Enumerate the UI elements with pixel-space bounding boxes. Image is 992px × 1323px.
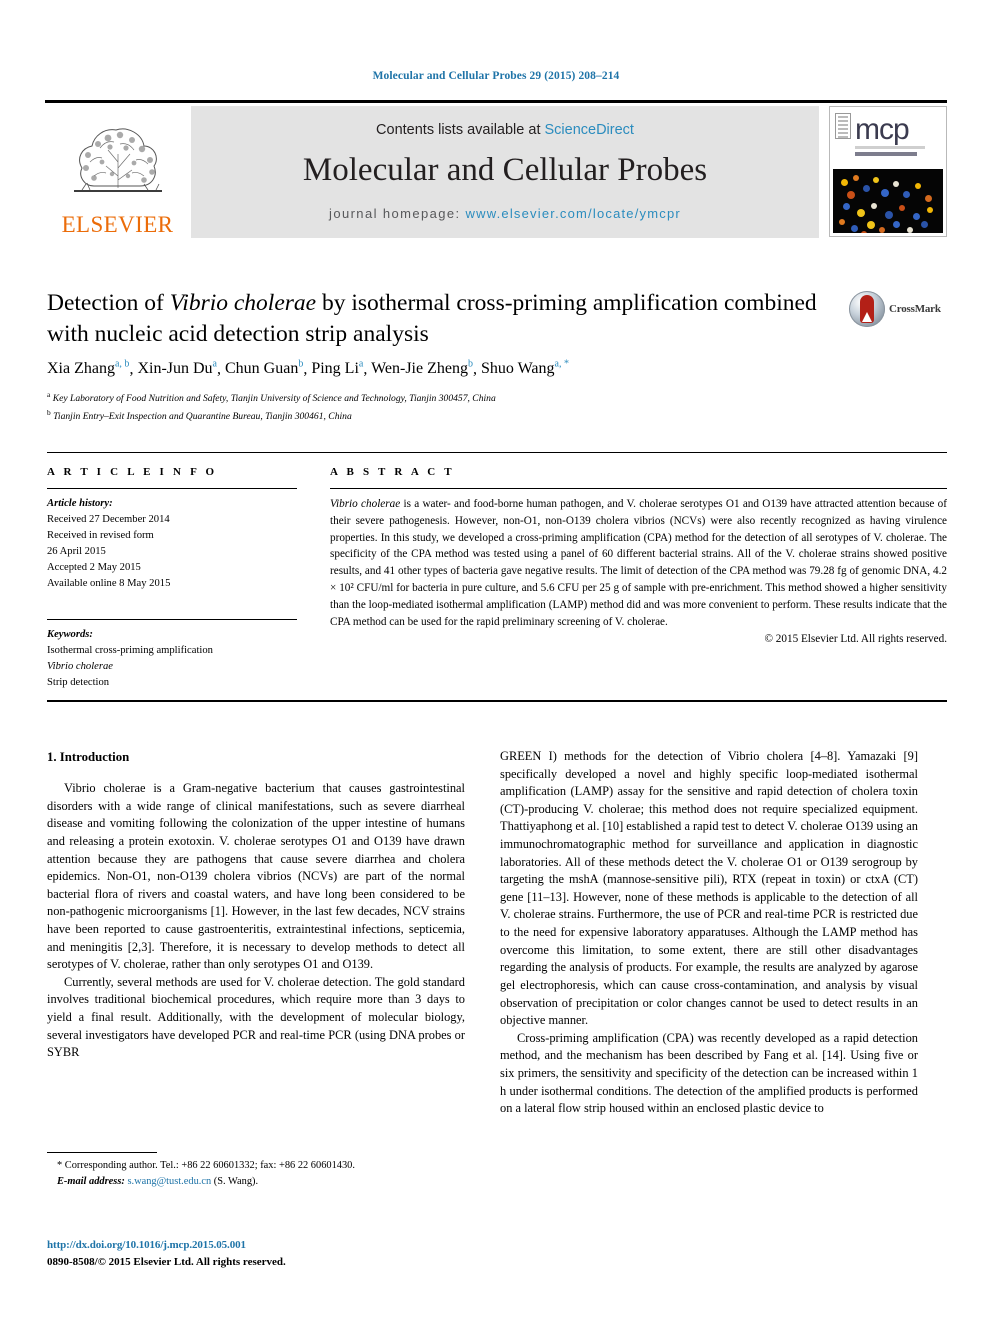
author-item[interactable]: Chun Guanb [225, 359, 304, 378]
author-item[interactable]: Xia Zhanga, b [47, 359, 130, 378]
abstract-heading: A B S T R A C T [330, 466, 455, 478]
contents-prefix: Contents lists available at [376, 122, 545, 138]
article-info-column: A R T I C L E I N F O Article history: R… [47, 466, 297, 691]
keyword-item: Strip detection [47, 676, 110, 688]
paragraph: Cross-priming amplification (CPA) was re… [500, 1030, 918, 1116]
history-item: Accepted 2 May 2015 [47, 562, 141, 574]
author-name: Ping Li [311, 360, 359, 378]
email-suffix: (S. Wang). [211, 1175, 259, 1187]
author-item[interactable]: Ping Lia [311, 359, 364, 378]
abstract-text: Vibrio cholerae is a water- and food-bor… [330, 496, 947, 630]
mcp-wordmark: mcp [855, 113, 910, 146]
author-affil-marker: b [467, 359, 473, 370]
doi-link[interactable]: http://dx.doi.org/10.1016/j.mcp.2015.05.… [47, 1237, 647, 1254]
paragraph: GREEN I) methods for the detection of Vi… [500, 749, 918, 1028]
affiliation-text: Key Laboratory of Food Nutrition and Saf… [52, 393, 496, 405]
elsevier-wordmark: ELSEVIER [61, 212, 174, 237]
sciencedirect-link[interactable]: ScienceDirect [545, 122, 634, 138]
running-head: Molecular and Cellular Probes 29 (2015) … [372, 70, 620, 82]
author-item[interactable]: Wen-Jie Zhengb [371, 359, 473, 378]
author-item[interactable]: Xin-Jun Dua [137, 359, 217, 378]
cover-barcode-icon [835, 113, 851, 139]
author-name: Xin-Jun Du [137, 360, 213, 378]
paragraph: Vibrio cholerae is a Gram-negative bacte… [47, 781, 465, 972]
keyword-item: Vibrio cholerae [47, 660, 113, 672]
history-item: Received in revised form [47, 530, 154, 542]
article-info-heading: A R T I C L E I N F O [47, 466, 218, 478]
cover-artwork [833, 168, 943, 233]
article-history-label: Article history: [47, 498, 113, 509]
author-affil-marker: a [358, 359, 364, 370]
author-affil-marker: b [298, 359, 304, 370]
abstract-column: A B S T R A C T Vibrio cholerae is a wat… [330, 466, 947, 645]
footnote-rule [47, 1152, 157, 1153]
crossmark-label: CrossMark [889, 303, 941, 315]
author-item[interactable]: Shuo Wanga, * [480, 359, 569, 378]
crossmark-badge[interactable]: CrossMark [849, 288, 949, 330]
affiliation-marker: a [47, 390, 51, 399]
author-affil-marker: a, b [114, 359, 130, 370]
keyword-item: Isothermal cross-priming amplification [47, 644, 213, 656]
author-name: Xia Zhang [47, 360, 115, 378]
page-title: Detection of Vibrio cholerae by isotherm… [47, 288, 847, 349]
keywords-block: Keywords: Isothermal cross-priming ampli… [47, 627, 297, 691]
author-name: Wen-Jie Zheng [371, 360, 468, 378]
title-part-2: by isothermal cross-priming amplificatio… [316, 290, 719, 316]
abstract-lead-species: Vibrio cholerae [330, 498, 401, 510]
page-footer: http://dx.doi.org/10.1016/j.mcp.2015.05.… [47, 1237, 647, 1270]
issn-copyright: 0890-8508/© 2015 Elsevier Ltd. All right… [47, 1255, 286, 1268]
journal-masthead: ELSEVIER Contents lists available at Sci… [45, 100, 947, 238]
author-affil-marker: a, * [554, 359, 569, 370]
author-name: Chun Guan [225, 360, 299, 378]
author-list: Xia Zhanga, b, Xin-Jun Dua, Chun Guanb, … [47, 359, 569, 378]
journal-title: Molecular and Cellular Probes [302, 151, 708, 188]
history-item: Available online 8 May 2015 [47, 578, 171, 590]
introduction-right-column: GREEN I) methods for the detection of Vi… [500, 748, 918, 1118]
journal-homepage-link[interactable]: www.elsevier.com/locate/ymcpr [466, 206, 681, 221]
abstract-bottom-rule [47, 700, 947, 702]
homepage-prefix: journal homepage: [329, 206, 466, 221]
article-page: Molecular and Cellular Probes 29 (2015) … [0, 0, 992, 1323]
corresponding-author-footnote: * Corresponding author. Tel.: +86 22 606… [47, 1152, 465, 1189]
journal-band: Contents lists available at ScienceDirec… [191, 106, 819, 238]
elsevier-tree-icon [64, 118, 172, 212]
affiliation-marker: b [47, 408, 51, 418]
affiliation-item: a Key Laboratory of Food Nutrition and S… [47, 389, 867, 407]
keywords-label: Keywords: [47, 628, 93, 640]
affiliation-text: Tianjin Entry–Exit Inspection and Quaran… [53, 411, 352, 423]
contents-available-line: Contents lists available at ScienceDirec… [191, 122, 819, 138]
affiliation-list: a Key Laboratory of Food Nutrition and S… [47, 389, 867, 425]
paragraph: Currently, several methods are used for … [47, 974, 465, 1060]
article-info-divider [47, 488, 297, 489]
cover-top-panel: mcp [833, 110, 943, 170]
info-abstract-top-rule [47, 452, 947, 465]
affiliation-item: b Tianjin Entry–Exit Inspection and Quar… [47, 407, 867, 425]
email-link[interactable]: s.wang@tust.edu.cn [127, 1176, 211, 1187]
author-affil-marker: a [212, 359, 217, 370]
elsevier-logo: ELSEVIER [45, 106, 190, 238]
title-part-1: Detection of [47, 290, 170, 316]
section-heading-introduction: 1. Introduction [47, 750, 130, 764]
keywords-divider [47, 618, 297, 620]
cover-subtitle-rule [855, 146, 925, 149]
journal-cover-thumbnail[interactable]: mcp [829, 106, 947, 237]
journal-homepage-line: journal homepage: www.elsevier.com/locat… [191, 206, 819, 221]
cover-subtitle-rule-2 [855, 152, 917, 156]
crossmark-icon [849, 291, 885, 327]
title-species-name: Vibrio cholerae [169, 290, 317, 316]
introduction-left-column: 1. Introduction Vibrio cholerae is a Gra… [47, 748, 465, 1062]
author-name: Shuo Wang [480, 360, 555, 378]
history-item: 26 April 2015 [47, 546, 106, 558]
article-history-block: Article history: Received 27 December 20… [47, 496, 297, 593]
article-title-block: Detection of Vibrio cholerae by isotherm… [47, 288, 847, 349]
email-line: E-mail address: s.wang@tust.edu.cn (S. W… [47, 1174, 465, 1190]
abstract-body-text: is a water- and food-borne human pathoge… [330, 498, 947, 628]
email-label: E-mail address: [57, 1175, 125, 1187]
history-item: Received 27 December 2014 [47, 514, 170, 526]
abstract-divider [330, 488, 947, 489]
abstract-copyright: © 2015 Elsevier Ltd. All rights reserved… [764, 633, 948, 646]
corresponding-author-line: * Corresponding author. Tel.: +86 22 606… [57, 1160, 355, 1171]
